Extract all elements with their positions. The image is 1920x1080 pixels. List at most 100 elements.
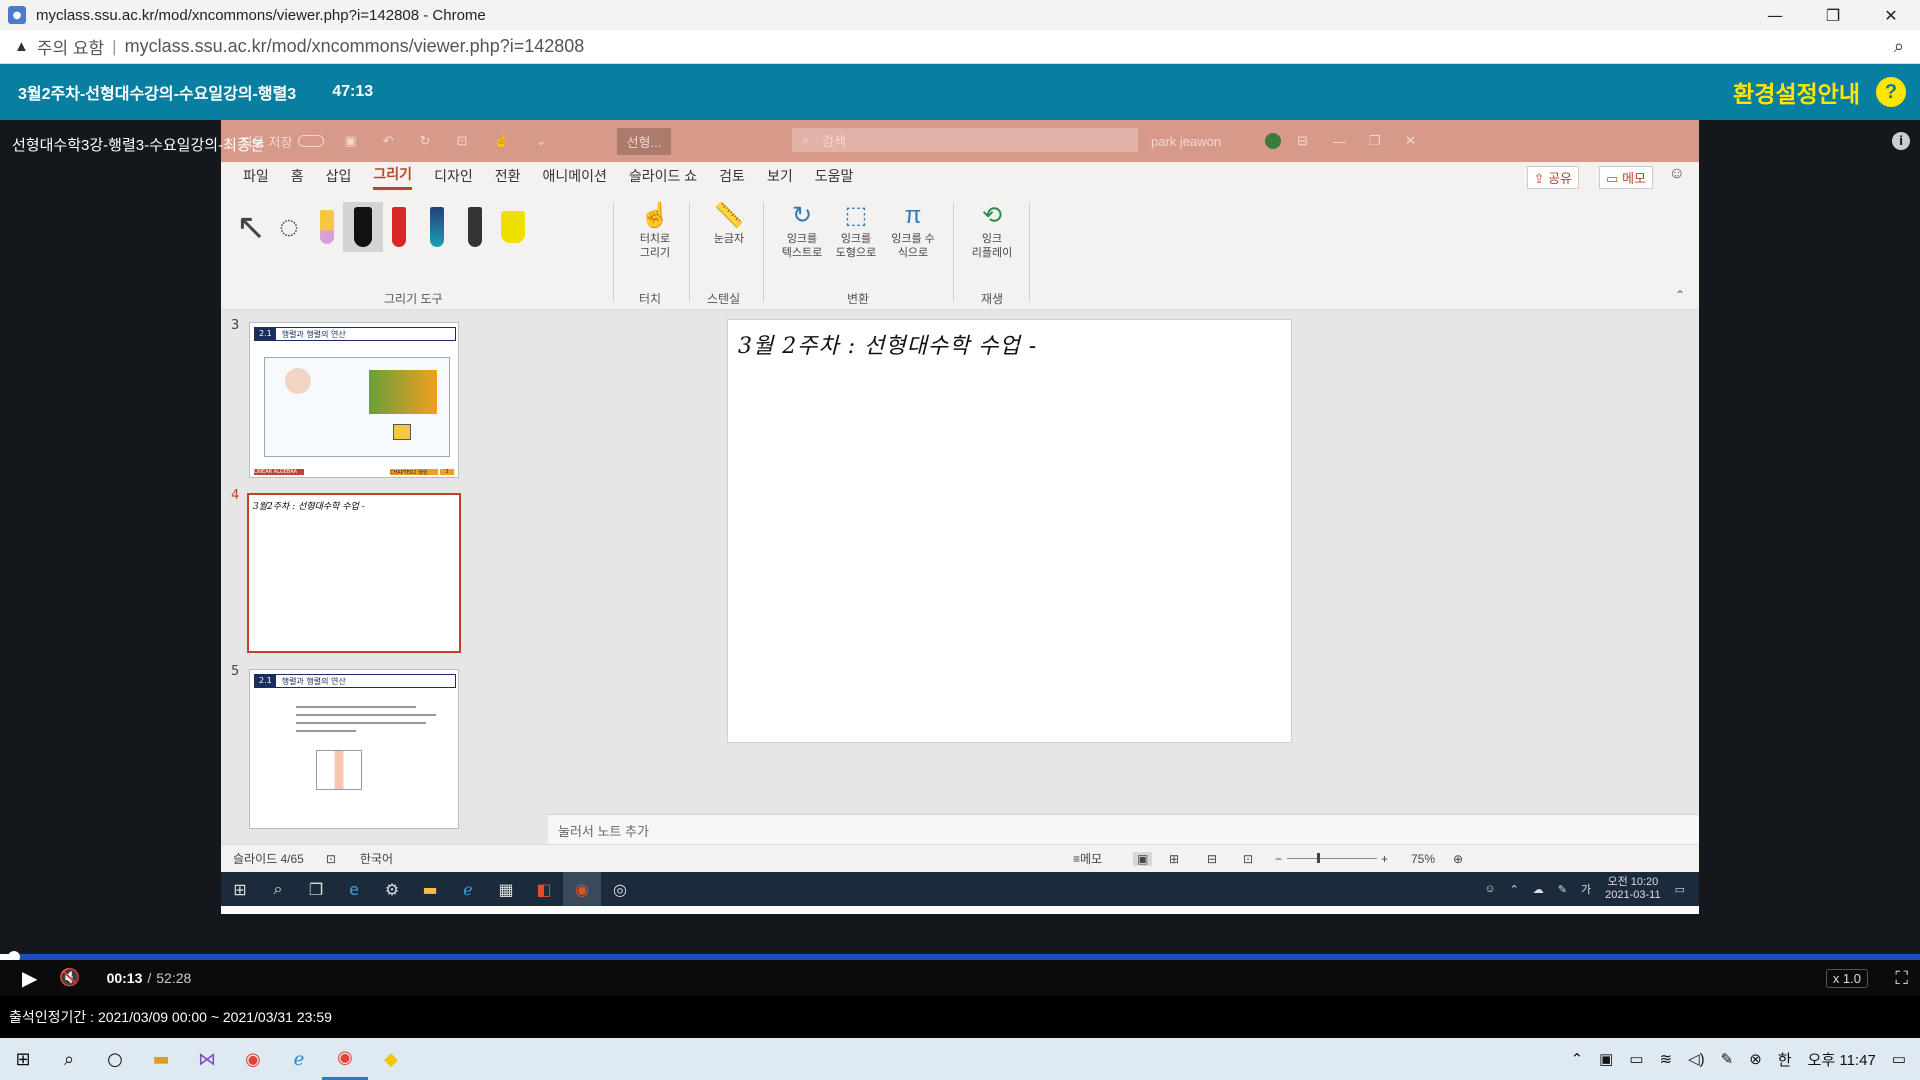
- thumb-number: 5: [231, 664, 240, 679]
- tab-home: 홈: [290, 167, 304, 184]
- touch-btn-label: 터치로 그리기: [639, 233, 671, 259]
- ppt-user-name: park jeawon: [1151, 133, 1222, 149]
- slide-handwriting: 3월 2주차 : 선형대수학 수업 -: [738, 334, 1038, 359]
- cortana-icon[interactable]: ○: [92, 1038, 138, 1080]
- zoom-magnifier-icon[interactable]: ⌕: [1894, 36, 1904, 57]
- windows-start-icon[interactable]: ⊞: [0, 1038, 46, 1080]
- slide-canvas: 3월 2주차 : 선형대수학 수업 -: [727, 319, 1292, 743]
- thumb-content-box: [264, 357, 450, 457]
- address-bar[interactable]: ▲ 주의 요함 | myclass.ssu.ac.kr/mod/xncommon…: [0, 30, 1920, 64]
- share-label: 공유: [1548, 171, 1572, 186]
- tab-animations: 애니메이션: [542, 167, 607, 184]
- minimize-button[interactable]: —: [1746, 0, 1804, 30]
- tab-draw: 그리기: [373, 164, 413, 190]
- group-label-convert: 변환: [847, 292, 870, 306]
- yellow-highlighter-icon: [493, 202, 533, 252]
- info-icon[interactable]: i: [1892, 132, 1910, 150]
- ink-replay-button: ⟲ 잉크 리플레이: [967, 200, 1017, 260]
- video-player[interactable]: 선형대수학3강-행렬3-수요일강의-최종본 i 자동 저장 ▣ ↶ ↻ ⊡ ☝ …: [0, 120, 1920, 954]
- current-time: 00:13: [106, 970, 143, 986]
- notification-icon: ▭: [1674, 883, 1685, 896]
- chrome-icon[interactable]: ◉: [230, 1038, 276, 1080]
- notes-toggle: ≡메모: [1073, 852, 1103, 866]
- course-title: 3월2주차-선형대수강의-수요일강의-행렬3: [18, 86, 297, 103]
- ribbon-divider: [613, 202, 614, 302]
- warning-triangle-icon[interactable]: ▲: [14, 38, 29, 55]
- tab-review: 검토: [719, 167, 745, 184]
- help-icon[interactable]: ?: [1876, 77, 1906, 107]
- inner-windows-taskbar: ⊞ ⌕ ❐ e ⚙ ▬ ℯ ▦ ◧ ◉ ◎ ☺ ⌃ ☁ ✎ 가 오전 10:20…: [221, 872, 1699, 906]
- ink-to-text-icon: ↻: [791, 202, 813, 229]
- pen-icon[interactable]: ✎: [1721, 1050, 1734, 1068]
- video-title: 선형대수학3강-행렬3-수요일강의-최종본: [12, 137, 265, 154]
- zoom-out-icon: −: [1275, 851, 1283, 866]
- group-label-draw-tools: 그리기 도구: [384, 292, 443, 306]
- windows-taskbar: ⊞ ⌕ ○ ▬ ⋈ ◉ ℯ ◉ ◆ ⌃ ▣ ▭ ≋ ◁) ✎ ⊗ 한 오후 11…: [0, 1038, 1920, 1080]
- mute-speaker-icon[interactable]: 🔇: [59, 968, 80, 988]
- group-label-touch: 터치: [639, 292, 662, 306]
- tray-chevron-icon: ⌃: [1509, 883, 1519, 896]
- close-button[interactable]: ✕: [1862, 0, 1920, 30]
- matrix-color-grid: [369, 370, 437, 414]
- volume-icon[interactable]: ◁): [1688, 1050, 1705, 1068]
- close-circle-icon[interactable]: ⊗: [1749, 1050, 1762, 1068]
- thumb-footer-right: CHAPTER2 행렬: [390, 469, 438, 476]
- chrome-active-icon[interactable]: ◉: [322, 1038, 368, 1080]
- thumb-number: 3: [231, 318, 240, 333]
- ppt-ribbon-tabs: 파일 홈 삽입 그리기 디자인 전환 애니메이션 슬라이드 쇼 검토 보기 도움…: [221, 162, 1699, 192]
- redo-icon: ↻: [419, 133, 431, 148]
- taskbar-clock[interactable]: 오후 11:47: [1808, 1049, 1876, 1070]
- fullscreen-icon[interactable]: ⛶: [1895, 968, 1908, 989]
- battery-icon[interactable]: ▭: [1629, 1050, 1643, 1068]
- pen-icon: ✎: [1557, 883, 1568, 896]
- search-icon[interactable]: ⌕: [46, 1038, 92, 1080]
- slideshow-view-icon: ⊡: [1243, 851, 1254, 866]
- tab-design: 디자인: [434, 167, 473, 184]
- ink-to-math-button: π 잉크를 수 식으로: [885, 200, 941, 260]
- address-separator: |: [112, 36, 117, 56]
- office-icon: ◧: [536, 879, 552, 899]
- black-pen-icon: [343, 202, 383, 252]
- thumb-heading: 행렬과 행렬의 연산: [281, 676, 346, 686]
- settings-guide-link[interactable]: 환경설정안내: [1733, 75, 1860, 109]
- action-center-icon[interactable]: ▭: [1892, 1050, 1906, 1068]
- file-explorer-icon: ▬: [422, 879, 438, 899]
- file-explorer-icon[interactable]: ▬: [138, 1038, 184, 1080]
- normal-view-icon: ▣: [1133, 851, 1153, 866]
- ink-to-shape-icon: ⬚: [844, 202, 868, 229]
- save-icon: ▣: [344, 133, 357, 148]
- tray-chevron-icon[interactable]: ⌃: [1571, 1050, 1584, 1068]
- thumb-text-line: [296, 714, 436, 716]
- draw-with-touch-button: ☝ 터치로 그리기: [631, 200, 679, 260]
- slide-counter: 슬라이드 4/65: [233, 852, 304, 866]
- ruler-icon: 📏: [714, 202, 744, 229]
- thumb-page-number: 3: [440, 469, 454, 475]
- playback-speed-button[interactable]: x 1.0: [1825, 968, 1868, 988]
- zoom-slider-thumb: [1317, 853, 1320, 863]
- powerpoint-icon: ◉: [563, 872, 601, 906]
- tab-transitions: 전환: [494, 167, 521, 184]
- character-illustration: [285, 368, 311, 394]
- lasso-select-icon: ◌: [278, 207, 300, 246]
- ime-lang[interactable]: 한: [1778, 1049, 1792, 1070]
- tab-slideshow: 슬라이드 쇼: [628, 167, 698, 184]
- notes-area: 눌러서 노트 추가: [548, 814, 1699, 844]
- touch-hand-icon: ☝: [640, 202, 670, 229]
- kakaotalk-icon[interactable]: ◆: [368, 1038, 414, 1080]
- wifi-icon[interactable]: ≋: [1660, 1050, 1673, 1068]
- ppt-status-bar: 슬라이드 4/65 ⊡ 한국어 ≡메모 ▣ ⊞ ⊟ ⊡ − + 75% ⊕: [221, 844, 1699, 872]
- slide-thumbnails-panel: 3 2.1 행렬과 행렬의 연산 LINEAR ALGEBRA CHAPTER2…: [221, 310, 548, 884]
- window-title: myclass.ssu.ac.kr/mod/xncommons/viewer.p…: [36, 6, 486, 24]
- url-text[interactable]: myclass.ssu.ac.kr/mod/xncommons/viewer.p…: [125, 36, 585, 57]
- visual-studio-icon[interactable]: ⋈: [184, 1038, 230, 1080]
- play-icon[interactable]: ▶: [22, 966, 37, 991]
- security-warning[interactable]: 주의 요함: [37, 34, 104, 59]
- settings-gear-icon: ⚙: [384, 879, 400, 899]
- edge-icon[interactable]: ℯ: [276, 1038, 322, 1080]
- thumb-text-line: [296, 730, 356, 732]
- search-icon: ⌕: [273, 879, 283, 898]
- restore-button[interactable]: ❐: [1804, 0, 1862, 30]
- camera-icon[interactable]: ▣: [1599, 1050, 1613, 1068]
- accessibility-icon: ⊡: [325, 851, 336, 866]
- ink-shape-label: 잉크를 도형으로: [835, 233, 877, 259]
